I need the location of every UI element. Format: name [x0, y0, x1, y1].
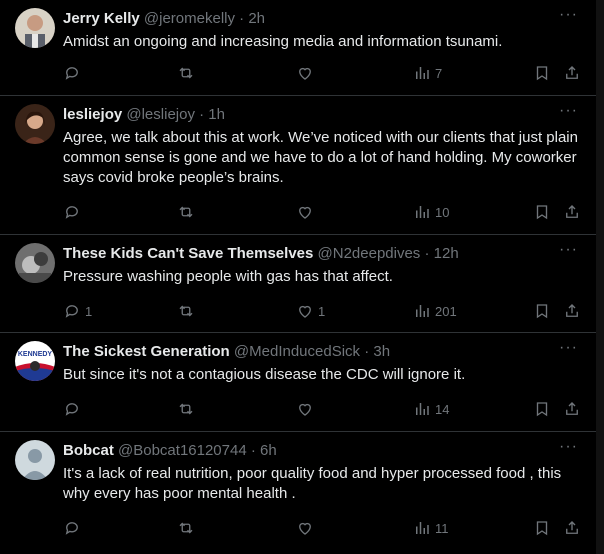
reply-icon: [65, 206, 78, 219]
scrollbar[interactable]: [596, 0, 604, 554]
bookmark-icon: [536, 521, 548, 536]
author-name[interactable]: lesliejoy: [63, 106, 122, 123]
kennedy-logo-text: KENNEDY: [18, 351, 53, 358]
bookmark-button[interactable]: [533, 61, 551, 85]
bookmark-icon: [536, 205, 548, 220]
views-icon: [416, 522, 429, 534]
retweet-button[interactable]: [177, 61, 199, 85]
tweet-text: It's a lack of real nutrition, poor qual…: [63, 465, 562, 502]
more-options-icon[interactable]: ···: [559, 6, 578, 24]
like-button[interactable]: 1: [296, 299, 325, 323]
more-options-icon[interactable]: ···: [559, 438, 578, 456]
author-handle[interactable]: @N2deepdives · 12h: [318, 245, 459, 262]
views-icon: [416, 67, 429, 79]
share-button[interactable]: [563, 397, 581, 421]
retweet-button[interactable]: [177, 516, 199, 540]
author-name[interactable]: The Sickest Generation: [63, 343, 230, 360]
bookmark-button[interactable]: [533, 397, 551, 421]
share-button[interactable]: [563, 516, 581, 540]
reply-icon: [65, 403, 78, 416]
retweet-icon: [179, 67, 193, 79]
reply-button[interactable]: [63, 200, 85, 224]
views-button[interactable]: 14: [413, 397, 449, 421]
tweet-text: Agree, we talk about this at work. We’ve…: [63, 129, 578, 186]
author-handle[interactable]: @lesliejoy · 1h: [126, 106, 225, 123]
bookmark-button[interactable]: [533, 516, 551, 540]
tweet-text: But since it's not a contagious disease …: [63, 366, 466, 383]
author-handle[interactable]: @jeromekelly · 2h: [144, 10, 265, 27]
retweet-icon: [179, 403, 193, 415]
views-button[interactable]: 11: [413, 516, 449, 540]
like-button[interactable]: [296, 516, 318, 540]
tweet[interactable]: KENNEDY The Sickest Generation @MedInduc…: [0, 333, 596, 432]
reply-button[interactable]: [63, 516, 85, 540]
avatar[interactable]: [15, 8, 55, 48]
bookmark-icon: [536, 402, 548, 417]
views-icon: [416, 305, 429, 317]
like-button[interactable]: [296, 397, 318, 421]
author-name[interactable]: These Kids Can't Save Themselves: [63, 245, 313, 262]
share-icon: [566, 66, 578, 79]
author-name[interactable]: Jerry Kelly: [63, 10, 140, 27]
author-name[interactable]: Bobcat: [63, 442, 114, 459]
views-button[interactable]: 7: [413, 61, 442, 85]
share-icon: [566, 205, 578, 218]
retweet-icon: [179, 522, 193, 534]
share-icon: [566, 521, 578, 534]
retweet-button[interactable]: [177, 397, 199, 421]
reply-button[interactable]: [63, 397, 85, 421]
heart-icon: [299, 67, 311, 80]
tweet[interactable]: Jerry Kelly @jeromekelly · 2h ··· Amidst…: [0, 0, 596, 96]
heart-icon: [299, 403, 311, 416]
tweet-text: Amidst an ongoing and increasing media a…: [63, 33, 503, 50]
heart-icon: [299, 206, 311, 219]
retweet-icon: [179, 305, 193, 317]
like-button[interactable]: [296, 200, 318, 224]
tweet[interactable]: lesliejoy @lesliejoy · 1h ··· Agree, we …: [0, 96, 596, 235]
views-button[interactable]: 10: [413, 200, 449, 224]
like-count: 1: [318, 303, 326, 319]
author-handle[interactable]: @MedInducedSick · 3h: [234, 343, 390, 360]
bookmark-button[interactable]: [533, 200, 551, 224]
more-options-icon[interactable]: ···: [559, 339, 578, 357]
retweet-button[interactable]: [177, 299, 199, 323]
more-options-icon[interactable]: ···: [559, 102, 578, 120]
share-icon: [566, 402, 578, 415]
bookmark-button[interactable]: [533, 299, 551, 323]
retweet-icon: [179, 206, 193, 218]
reply-button[interactable]: [63, 61, 85, 85]
share-button[interactable]: [563, 61, 581, 85]
reply-count: 1: [85, 303, 93, 319]
bookmark-icon: [536, 304, 548, 319]
views-button[interactable]: 201: [413, 299, 457, 323]
heart-icon: [299, 305, 311, 318]
share-button[interactable]: [563, 299, 581, 323]
reply-icon: [65, 67, 78, 80]
reply-icon: [65, 305, 78, 318]
reply-icon: [65, 522, 78, 535]
bookmark-icon: [536, 66, 548, 81]
avatar[interactable]: [15, 440, 55, 480]
author-handle[interactable]: @Bobcat16120744 · 6h: [118, 442, 277, 459]
reply-button[interactable]: 1: [63, 299, 92, 323]
views-icon: [416, 403, 429, 415]
like-button[interactable]: [296, 61, 318, 85]
views-icon: [416, 206, 429, 218]
avatar[interactable]: [15, 104, 55, 144]
heart-icon: [299, 522, 311, 535]
tweet-text: Pressure washing people with gas has tha…: [63, 268, 393, 285]
share-button[interactable]: [563, 200, 581, 224]
retweet-button[interactable]: [177, 200, 199, 224]
more-options-icon[interactable]: ···: [559, 241, 578, 259]
avatar[interactable]: [15, 243, 55, 283]
tweet[interactable]: Bobcat @Bobcat16120744 · 6h ··· It's a l…: [0, 432, 596, 554]
avatar[interactable]: KENNEDY: [15, 341, 55, 381]
tweet[interactable]: These Kids Can't Save Themselves @N2deep…: [0, 235, 596, 333]
share-icon: [566, 304, 578, 317]
